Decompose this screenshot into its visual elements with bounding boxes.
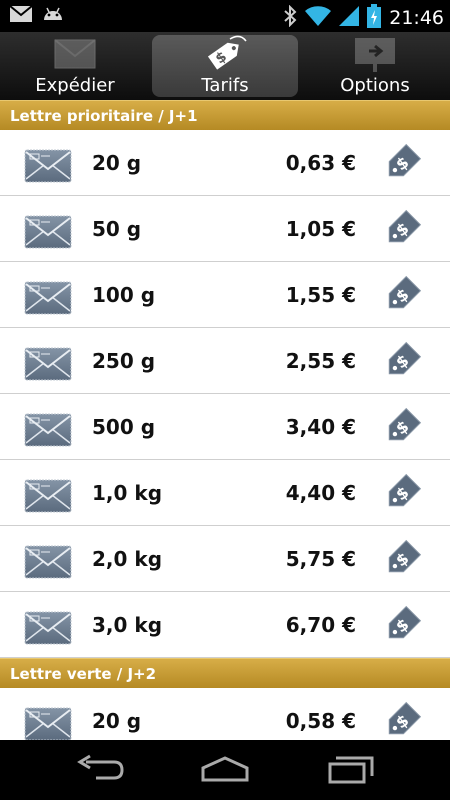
clock: 21:46 xyxy=(389,7,444,29)
tab-label: Tarifs xyxy=(201,75,249,96)
back-icon[interactable] xyxy=(76,754,124,788)
tariff-row[interactable]: 100 g 1,55 € $ xyxy=(0,262,450,328)
tab-tarifs[interactable]: $ Tarifs xyxy=(152,35,298,97)
navigation-bar xyxy=(0,740,450,800)
price-label: 6,70 € xyxy=(285,613,356,637)
price-label: 4,40 € xyxy=(285,481,356,505)
section-header: Lettre verte / J+2 xyxy=(0,658,450,688)
envelope-icon xyxy=(24,215,72,253)
home-icon[interactable] xyxy=(200,754,250,788)
tab-bar: Expédier $ Tarifs Options xyxy=(0,32,450,100)
tab-expedier[interactable]: Expédier xyxy=(2,35,148,97)
tariff-row[interactable]: 250 g 2,55 € $ xyxy=(0,328,450,394)
price-label: 1,05 € xyxy=(285,217,356,241)
recent-apps-icon[interactable] xyxy=(328,754,374,788)
weight-label: 1,0 kg xyxy=(92,481,163,505)
price-tag-icon[interactable]: $ xyxy=(380,471,424,519)
envelope-icon xyxy=(54,35,96,73)
weight-label: 20 g xyxy=(92,709,142,733)
tariff-row[interactable]: 500 g 3,40 € $ xyxy=(0,394,450,460)
price-tag-icon[interactable]: $ xyxy=(380,141,424,189)
tab-label: Expédier xyxy=(35,75,115,96)
tab-label: Options xyxy=(340,75,410,96)
envelope-icon xyxy=(24,545,72,583)
price-label: 0,63 € xyxy=(285,151,356,175)
price-tag-icon[interactable]: $ xyxy=(380,339,424,387)
tariff-row[interactable]: 20 g 0,58 € $ xyxy=(0,688,450,740)
weight-label: 3,0 kg xyxy=(92,613,163,637)
tab-options[interactable]: Options xyxy=(302,35,448,97)
price-label: 5,75 € xyxy=(285,547,356,571)
price-label: 1,55 € xyxy=(285,283,356,307)
battery-charging-icon xyxy=(367,4,382,32)
envelope-icon xyxy=(24,479,72,517)
price-tag-icon[interactable]: $ xyxy=(380,273,424,321)
price-tag-icon[interactable]: $ xyxy=(380,207,424,255)
section-header: Lettre prioritaire / J+1 xyxy=(0,100,450,130)
gmail-icon xyxy=(9,5,33,26)
envelope-icon xyxy=(24,413,72,451)
price-tag-icon: $ xyxy=(200,35,250,73)
envelope-icon xyxy=(24,611,72,649)
price-label: 3,40 € xyxy=(285,415,356,439)
android-icon xyxy=(42,6,64,26)
weight-label: 100 g xyxy=(92,283,156,307)
weight-label: 20 g xyxy=(92,151,142,175)
price-label: 0,58 € xyxy=(285,709,356,733)
weight-label: 250 g xyxy=(92,349,156,373)
status-bar: 21:46 xyxy=(0,0,450,32)
weight-label: 50 g xyxy=(92,217,142,241)
weight-label: 500 g xyxy=(92,415,156,439)
signal-icon xyxy=(339,5,360,31)
envelope-icon xyxy=(24,707,72,740)
weight-label: 2,0 kg xyxy=(92,547,163,571)
envelope-icon xyxy=(24,281,72,319)
price-tag-icon[interactable]: $ xyxy=(380,699,424,740)
envelope-icon xyxy=(24,347,72,385)
price-tag-icon[interactable]: $ xyxy=(380,603,424,651)
tariff-list[interactable]: Lettre prioritaire / J+1 20 g 0,63 € $50 g… xyxy=(0,100,450,740)
tariff-row[interactable]: 3,0 kg 6,70 € $ xyxy=(0,592,450,658)
tariff-row[interactable]: 2,0 kg 5,75 € $ xyxy=(0,526,450,592)
price-label: 2,55 € xyxy=(285,349,356,373)
tariff-row[interactable]: 20 g 0,63 € $ xyxy=(0,130,450,196)
envelope-icon xyxy=(24,149,72,187)
price-tag-icon[interactable]: $ xyxy=(380,405,424,453)
tariff-row[interactable]: 1,0 kg 4,40 € $ xyxy=(0,460,450,526)
price-tag-icon[interactable]: $ xyxy=(380,537,424,585)
tariff-row[interactable]: 50 g 1,05 € $ xyxy=(0,196,450,262)
sign-arrow-icon xyxy=(355,35,395,73)
wifi-icon xyxy=(305,5,332,31)
bluetooth-icon xyxy=(283,4,297,31)
